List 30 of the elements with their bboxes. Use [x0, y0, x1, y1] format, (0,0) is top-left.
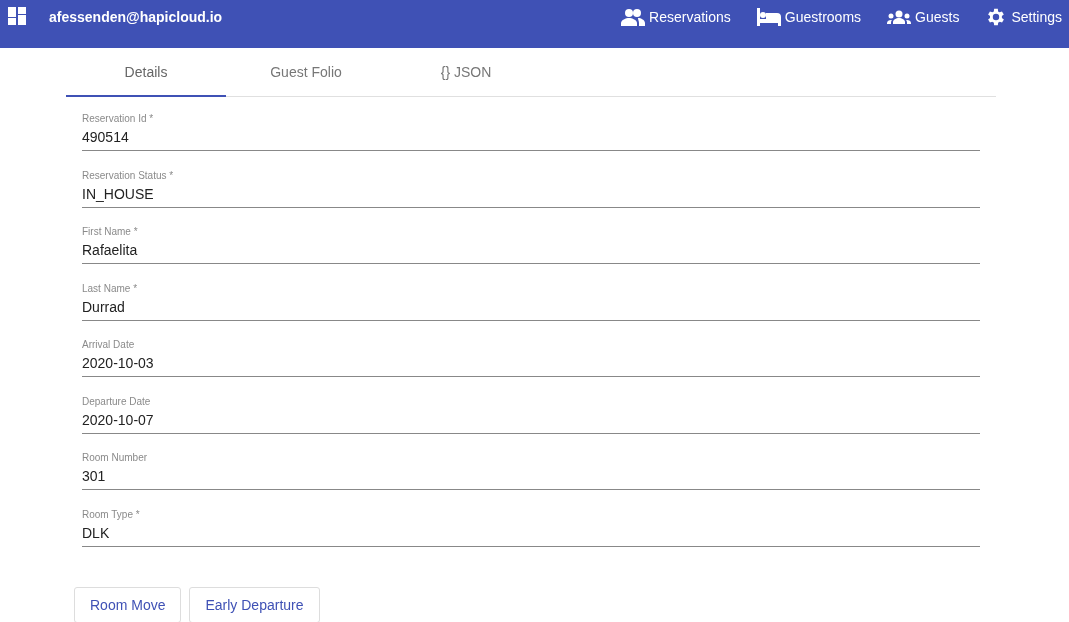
nav-link[interactable]: Settings [978, 0, 1069, 28]
nav-link[interactable]: Guestrooms [749, 0, 869, 28]
tab[interactable]: {} JSON [386, 48, 546, 97]
input-field[interactable]: 2020-10-07 [82, 407, 980, 434]
input-field[interactable]: Durrad [82, 294, 980, 321]
input-field[interactable]: IN_HOUSE [82, 181, 980, 208]
tab[interactable]: Guest Folio [226, 48, 386, 97]
tab[interactable]: Details [66, 48, 226, 97]
nav-link[interactable]: Reservations [614, 0, 738, 28]
field-label: Arrival Date [82, 338, 135, 351]
action-button[interactable]: Early Departure [189, 587, 320, 622]
field-label: Room Type * [82, 507, 140, 521]
action-button[interactable]: Room Move [74, 587, 182, 622]
group-icon [887, 10, 912, 24]
field-label: Room Number [82, 451, 148, 464]
field-label: Last Name * [82, 281, 138, 295]
input-field[interactable]: 301 [82, 464, 980, 490]
people-icon [621, 8, 646, 26]
input-field[interactable]: 2020-10-03 [82, 351, 980, 377]
field-label: Departure Date [82, 394, 151, 408]
field-label: First Name * [82, 225, 138, 238]
input-field[interactable]: DLK [82, 520, 980, 547]
bed-icon [756, 8, 781, 26]
nav-link[interactable]: Guests [880, 0, 967, 28]
field-label: Reservation Id * [82, 112, 154, 125]
field-label: Reservation Status * [82, 168, 174, 182]
user-email: afessenden@hapicloud.io [49, 9, 223, 25]
input-field[interactable]: Rafaelita [82, 238, 980, 264]
input-field[interactable]: 490514 [82, 125, 980, 151]
dashboard-icon[interactable] [8, 7, 26, 25]
